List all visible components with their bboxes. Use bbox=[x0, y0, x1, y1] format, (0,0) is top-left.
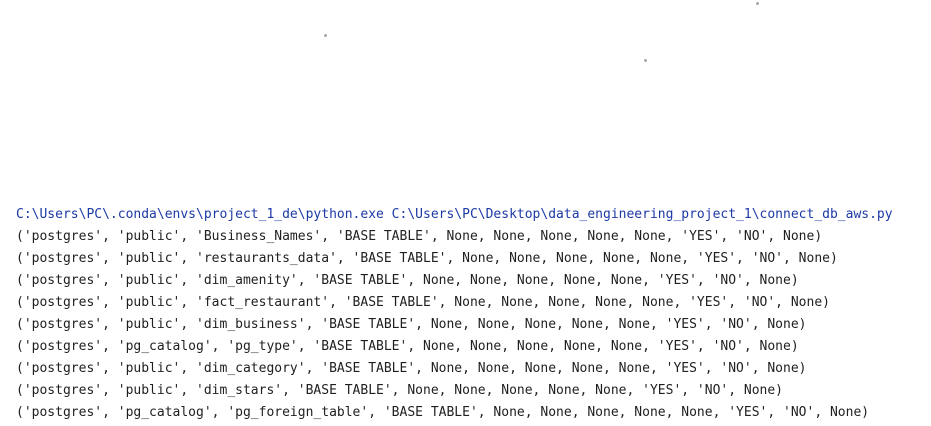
output-line: ('postgres', 'pg_catalog', 'pg_foreign_t… bbox=[16, 405, 870, 420]
output-line: ('postgres', 'pg_catalog', 'pg_type', 'B… bbox=[16, 339, 799, 354]
stray-dot bbox=[644, 59, 647, 62]
console-text: C:\Users\PC\.conda\envs\project_1_de\pyt… bbox=[16, 204, 893, 424]
stray-dot bbox=[324, 34, 327, 37]
output-line: ('postgres', 'public', 'Business_Names',… bbox=[16, 229, 823, 244]
output-line: ('postgres', 'public', 'dim_stars', 'BAS… bbox=[16, 383, 784, 398]
output-line: ('postgres', 'public', 'restaurants_data… bbox=[16, 251, 838, 266]
output-line: ('postgres', 'public', 'dim_amenity', 'B… bbox=[16, 273, 799, 288]
stray-dot bbox=[756, 2, 759, 5]
output-line: ('postgres', 'public', 'dim_category', '… bbox=[16, 361, 807, 376]
command-line: C:\Users\PC\.conda\envs\project_1_de\pyt… bbox=[16, 207, 893, 222]
output-line: ('postgres', 'public', 'fact_restaurant'… bbox=[16, 295, 830, 310]
output-line: ('postgres', 'public', 'dim_business', '… bbox=[16, 317, 807, 332]
run-console-output[interactable]: C:\Users\PC\.conda\envs\project_1_de\pyt… bbox=[0, 0, 931, 426]
